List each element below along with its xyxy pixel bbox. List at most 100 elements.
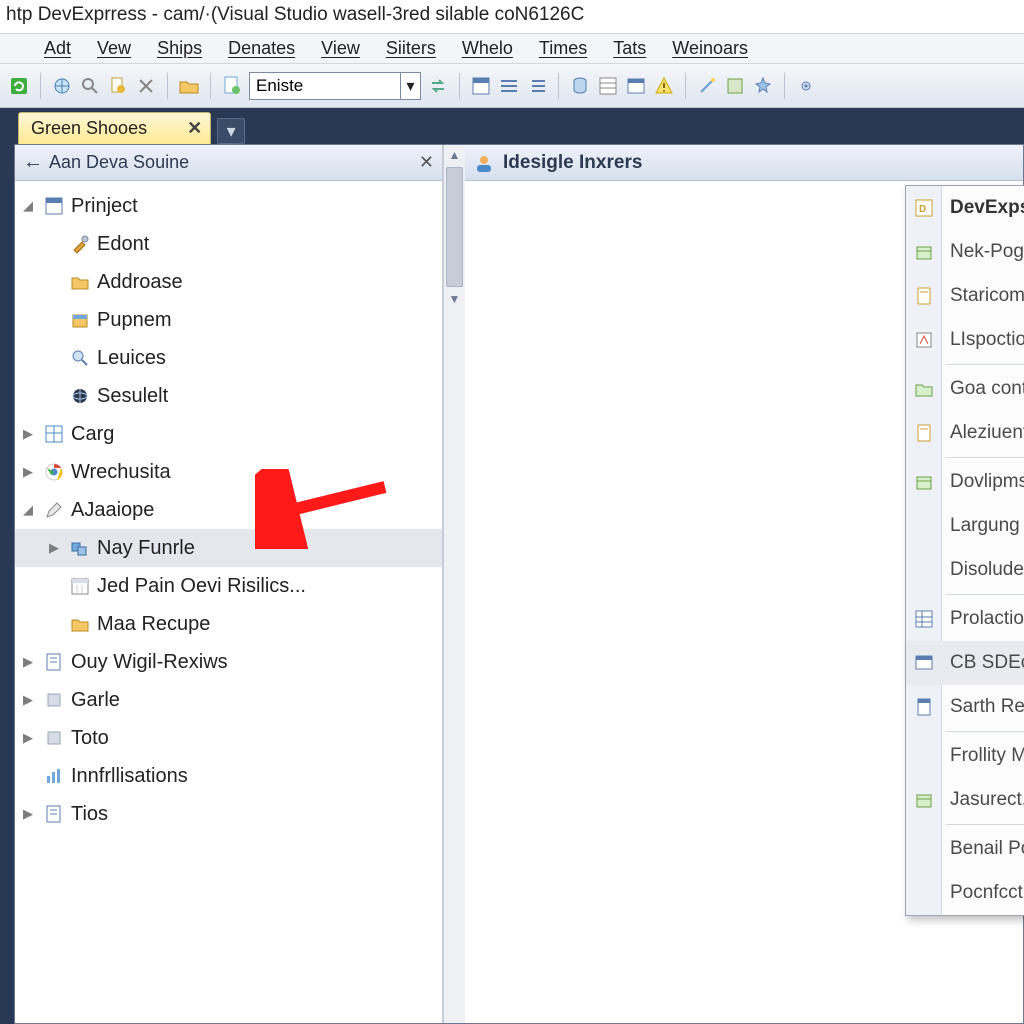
menu-item[interactable]: Benail Pog... bbox=[906, 827, 1024, 871]
tree-scrollbar[interactable]: ▲ ▼ bbox=[443, 145, 465, 1023]
expander-closed-icon[interactable]: ▶ bbox=[23, 464, 37, 480]
menu-view[interactable]: View bbox=[321, 38, 360, 59]
menu-item[interactable]: CB SDEcium Your Mothrounton... bbox=[906, 641, 1024, 685]
menu-ships[interactable]: Ships bbox=[157, 38, 202, 59]
bookmark-icon[interactable] bbox=[107, 75, 129, 97]
solution-tree[interactable]: ◢ Prinject EdontAddroase Pupnem LeuicesSesul… bbox=[15, 181, 442, 1023]
scroll-up-icon[interactable]: ▲ bbox=[444, 145, 465, 165]
document-panel: ← Aan Deva Souine ✕ ◢PrinjectEdontAddroa… bbox=[14, 144, 1024, 1024]
search-icon[interactable] bbox=[79, 75, 101, 97]
menu-item[interactable]: Sarth Requate... bbox=[906, 685, 1024, 729]
tree-item[interactable]: ◢AJaaiope bbox=[15, 491, 442, 529]
expander-closed-icon[interactable]: ▶ bbox=[23, 730, 37, 746]
menu-siiters[interactable]: Siiters bbox=[386, 38, 436, 59]
globe-icon bbox=[69, 385, 91, 407]
delete-icon[interactable] bbox=[135, 75, 157, 97]
globe-icon[interactable] bbox=[51, 75, 73, 97]
props-icon[interactable] bbox=[597, 75, 619, 97]
menu-item-label: Benail Pog... bbox=[950, 838, 1024, 860]
tree-item[interactable]: ▶ Wrechusita bbox=[15, 453, 442, 491]
tree-item[interactable]: Jed Pain Oevi Risilics... bbox=[15, 567, 442, 605]
context-menu[interactable]: DDevExpsress Cheroe▶Nek-Poglency Tchappl… bbox=[905, 185, 1024, 916]
chevron-down-icon[interactable]: ▾ bbox=[400, 73, 420, 99]
expander-open-icon[interactable]: ◢ bbox=[23, 198, 37, 214]
wand-icon[interactable] bbox=[696, 75, 718, 97]
menu-tats[interactable]: Tats bbox=[613, 38, 646, 59]
warning-icon[interactable] bbox=[653, 75, 675, 97]
new-doc-icon[interactable] bbox=[221, 75, 243, 97]
fixer-title: Idesigle Inxrers bbox=[503, 152, 642, 174]
menu-whelo[interactable]: Whelo bbox=[462, 38, 513, 59]
db-icon[interactable] bbox=[569, 75, 591, 97]
scroll-thumb[interactable] bbox=[446, 167, 463, 287]
tree-item[interactable]: ▶ Carg bbox=[15, 415, 442, 453]
tree-item-label: Wrechusita bbox=[71, 461, 171, 484]
folder-icon bbox=[69, 271, 91, 293]
expander-closed-icon[interactable]: ▶ bbox=[49, 540, 63, 556]
tree-item-label: Carg bbox=[71, 423, 114, 446]
expander-open-icon[interactable]: ◢ bbox=[23, 502, 37, 518]
menu-item[interactable]: DDevExpsress Cheroe▶ bbox=[906, 186, 1024, 230]
tree-item[interactable]: ▶ Garle bbox=[15, 681, 442, 719]
magic-icon[interactable] bbox=[752, 75, 774, 97]
tree-item[interactable]: ▶Ouy Wigil-Rexiws bbox=[15, 643, 442, 681]
menu-item[interactable]: LIspoction bbox=[906, 318, 1024, 362]
menu-item[interactable]: Dovlipmssue R& Prumole...▶ bbox=[906, 460, 1024, 504]
menu-times[interactable]: Times bbox=[539, 38, 587, 59]
tab-green-shooes[interactable]: Green Shooes ✕ bbox=[18, 112, 211, 144]
gear-icon[interactable] bbox=[795, 75, 817, 97]
expander-closed-icon[interactable]: ▶ bbox=[23, 654, 37, 670]
tree-item[interactable]: ◢ Prinject bbox=[15, 187, 442, 225]
tree-item[interactable]: Leuices bbox=[15, 339, 442, 377]
menu-adt[interactable]: Adt bbox=[44, 38, 71, 59]
menu-item[interactable]: Goa contraete▶ bbox=[906, 367, 1024, 411]
menu-item[interactable]: Frollity Mork... bbox=[906, 734, 1024, 778]
insp-icon bbox=[913, 329, 935, 351]
menu-item[interactable]: Aleziuentions bbox=[906, 411, 1024, 455]
swap-icon[interactable] bbox=[427, 75, 449, 97]
menu-item[interactable]: Jasurect... bbox=[906, 778, 1024, 822]
tree-item[interactable]: Addroase bbox=[15, 263, 442, 301]
tree-item[interactable]: ▶Toto bbox=[15, 719, 442, 757]
close-icon[interactable]: ✕ bbox=[187, 118, 202, 139]
menu-item[interactable]: Largung Neesiter...▶ bbox=[906, 504, 1024, 548]
toolbar: ▾ bbox=[0, 64, 1024, 108]
tree-item[interactable]: Edont bbox=[15, 225, 442, 263]
tree-item-label: Tios bbox=[71, 803, 108, 826]
tree-item[interactable]: Sesulelt bbox=[15, 377, 442, 415]
tree-item-label: Garle bbox=[71, 689, 120, 712]
main-area: Green Shooes ✕ ▾ ← Aan Deva Souine ✕ ◢Pr… bbox=[0, 108, 1024, 1024]
menu-weinoars[interactable]: Weinoars bbox=[672, 38, 748, 59]
open-folder-icon[interactable] bbox=[178, 75, 200, 97]
tree-item-label: Prinject bbox=[71, 195, 138, 218]
list-icon[interactable] bbox=[498, 75, 520, 97]
layout-icon[interactable] bbox=[470, 75, 492, 97]
refresh-icon[interactable] bbox=[8, 75, 30, 97]
pkg-icon bbox=[913, 789, 935, 811]
menu-vew[interactable]: Vew bbox=[97, 38, 131, 59]
expander-closed-icon[interactable]: ▶ bbox=[23, 692, 37, 708]
new-tab-button[interactable]: ▾ bbox=[217, 118, 245, 144]
tree-item-label: Pupnem bbox=[97, 309, 172, 332]
menu-item[interactable]: Staricombuges Temble bbox=[906, 274, 1024, 318]
config-combo-input[interactable] bbox=[250, 73, 400, 99]
tree-item[interactable]: Maa Recupe bbox=[15, 605, 442, 643]
panel-close-icon[interactable]: ✕ bbox=[419, 152, 434, 173]
tree-item[interactable]: ▶Nay Funrle bbox=[15, 529, 442, 567]
tree-item[interactable]: Pupnem bbox=[15, 301, 442, 339]
window-icon[interactable] bbox=[625, 75, 647, 97]
menu-item[interactable]: Disolude raat...▶ bbox=[906, 548, 1024, 592]
menu-item[interactable]: Pocnfcction bbox=[906, 871, 1024, 915]
expander-closed-icon[interactable]: ▶ bbox=[23, 426, 37, 442]
menu-item[interactable]: Nek-Poglency Tchapplie bbox=[906, 230, 1024, 274]
component-icon[interactable] bbox=[724, 75, 746, 97]
menu-denates[interactable]: Denates bbox=[228, 38, 295, 59]
list2-icon[interactable] bbox=[526, 75, 548, 97]
back-icon[interactable]: ← bbox=[23, 151, 43, 174]
tree-item[interactable]: ▶ Tios bbox=[15, 795, 442, 833]
tree-item[interactable]: Innfrllisations bbox=[15, 757, 442, 795]
config-combo[interactable]: ▾ bbox=[249, 72, 421, 100]
expander-closed-icon[interactable]: ▶ bbox=[23, 806, 37, 822]
scroll-down-icon[interactable]: ▼ bbox=[444, 289, 465, 309]
menu-item[interactable]: Prolaction... bbox=[906, 597, 1024, 641]
